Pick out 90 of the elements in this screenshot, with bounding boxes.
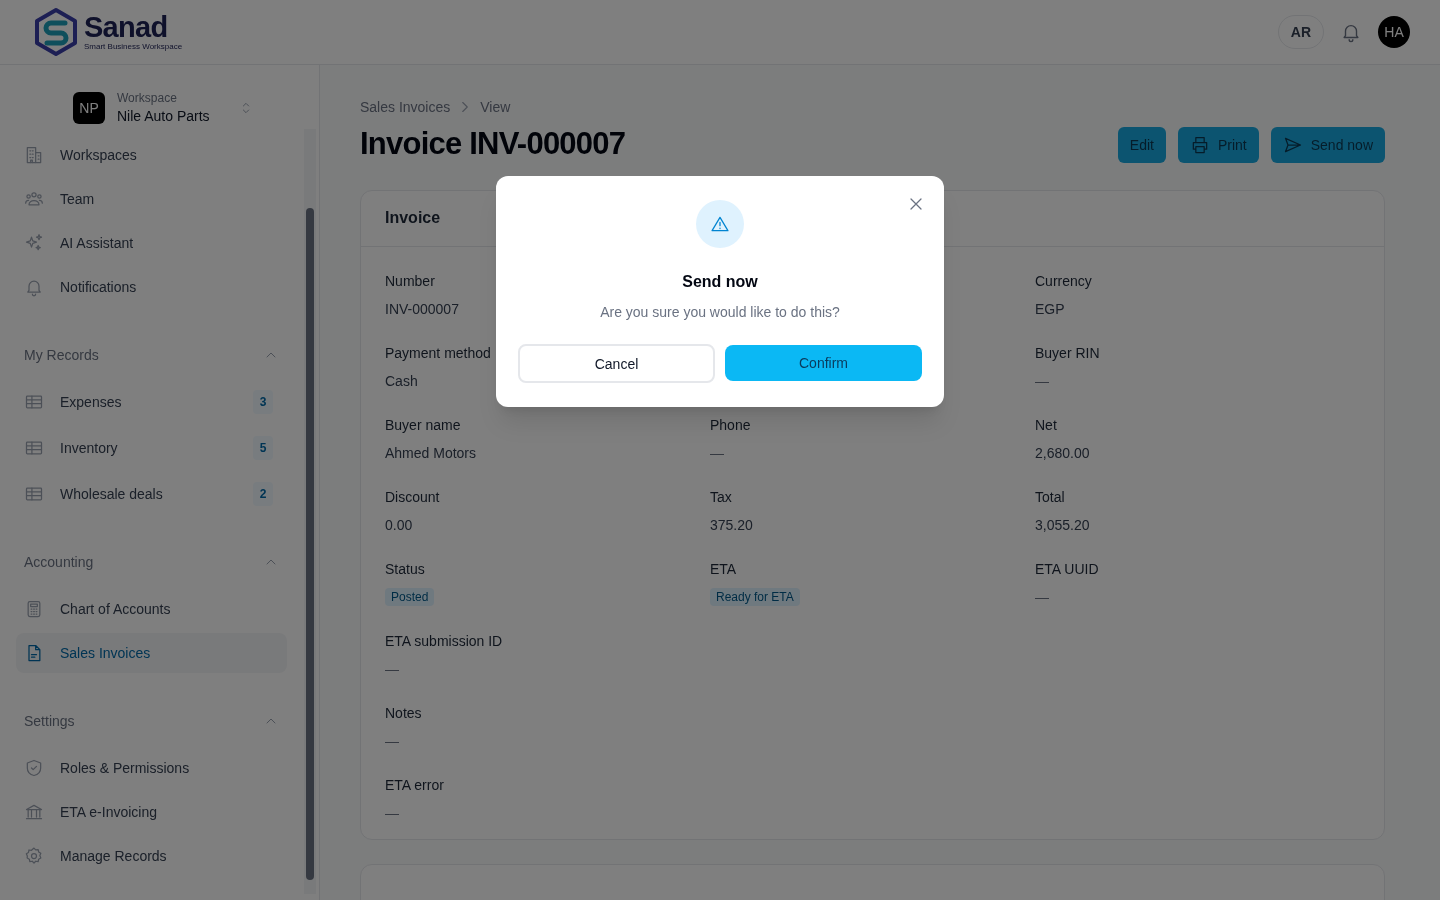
field-label: Notes [385, 703, 422, 723]
chevron-right-icon [462, 101, 469, 113]
sidebar-item[interactable]: Team [16, 179, 287, 219]
field-label: Total [1035, 487, 1065, 507]
field-value: — [710, 443, 724, 463]
scrollbar[interactable] [304, 129, 316, 894]
shield-check-icon [24, 758, 44, 778]
field-label: Payment method [385, 343, 491, 363]
sidebar-item[interactable]: Roles & Permissions [16, 748, 287, 788]
field-value: — [385, 731, 399, 751]
workspace-switcher[interactable]: NP Workspace Nile Auto Parts [0, 65, 319, 131]
scrollbar-thumb[interactable] [306, 208, 314, 880]
section-title: My Records [24, 346, 99, 365]
field-label: Buyer RIN [1035, 343, 1100, 363]
field-label: Buyer name [385, 415, 461, 435]
dialog-title: Send now [682, 272, 758, 292]
section-header[interactable]: Settings [16, 711, 287, 731]
field-value: INV-000007 [385, 299, 459, 319]
status-badge: Posted [385, 587, 435, 606]
sidebar-item[interactable]: Manage Records [16, 836, 287, 876]
sidebar-item-label: Notifications [60, 278, 138, 297]
sidebar-item[interactable]: AI Assistant [16, 223, 287, 263]
sidebar-item-label: AI Assistant [60, 234, 135, 253]
sidebar-item-label: Wholesale deals [60, 485, 164, 504]
sidebar-item[interactable]: ETA e-Invoicing [16, 792, 287, 832]
field-value: Ahmed Motors [385, 443, 477, 463]
card-title: Invoice [385, 208, 441, 228]
field-value: EGP [1035, 299, 1065, 319]
section-header[interactable]: My Records [16, 345, 287, 365]
field-value: — [1035, 587, 1049, 607]
field-label: Number [385, 271, 435, 291]
building-icon [24, 145, 44, 165]
count-badge: 3 [253, 390, 273, 414]
field-label: Status [385, 559, 425, 579]
section-title: Settings [24, 712, 75, 731]
field-value: 375.20 [710, 515, 753, 535]
field-label: ETA UUID [1035, 559, 1099, 579]
warning-icon [710, 214, 730, 234]
field-label: Currency [1035, 271, 1092, 291]
sidebar-item[interactable]: Sales Invoices [16, 633, 287, 673]
section-header[interactable]: Accounting [16, 552, 287, 572]
sidebar-item-label: Manage Records [60, 847, 168, 866]
count-badge: 2 [253, 482, 273, 506]
brand-name: Sanad [84, 13, 169, 42]
sidebar-item-label: Chart of Accounts [60, 600, 172, 619]
field-label: Net [1035, 415, 1057, 435]
breadcrumb-link[interactable]: Sales Invoices [360, 97, 451, 117]
field-label: Discount [385, 487, 440, 507]
brand-tagline: Smart Business Workspace [84, 43, 183, 51]
sidebar-item[interactable]: Wholesale deals 2 [16, 474, 287, 514]
settings-icon [24, 846, 44, 866]
breadcrumb-current: View [480, 98, 511, 117]
confirm-button[interactable]: Confirm [725, 345, 922, 381]
field-label: ETA [710, 559, 737, 579]
count-badge: 5 [253, 436, 273, 460]
sidebar-item-label: Sales Invoices [60, 644, 152, 663]
field-label: Tax [710, 487, 732, 507]
page-title: Invoice INV-000007 [360, 125, 626, 163]
sparkles-icon [24, 233, 44, 253]
sidebar-item-label: Inventory [60, 439, 119, 458]
section-title: Accounting [24, 553, 94, 572]
sidebar-item[interactable]: Notifications [16, 267, 287, 307]
workspace-label: Workspace [117, 90, 178, 106]
sidebar-item-label: Team [60, 190, 96, 209]
user-avatar[interactable]: HA [1378, 16, 1410, 48]
logo-icon [32, 6, 80, 58]
workspace-avatar: NP [73, 92, 105, 124]
sidebar-item[interactable]: Workspaces [16, 135, 287, 175]
cancel-button[interactable]: Cancel [518, 344, 715, 383]
sidebar-item-label: Roles & Permissions [60, 759, 191, 778]
field-label: Phone [710, 415, 751, 435]
field-label: ETA submission ID [385, 631, 503, 651]
sidebar-item-label: Expenses [60, 393, 123, 412]
sidebar-item[interactable]: Chart of Accounts [16, 589, 287, 629]
field-value: — [385, 803, 399, 823]
field-label: ETA error [385, 775, 444, 795]
field-value: 2,680.00 [1035, 443, 1090, 463]
dialog-message: Are you sure you would like to do this? [600, 303, 840, 322]
sidebar-item-label: Workspaces [60, 146, 138, 165]
status-badge: Ready for ETA [710, 587, 800, 606]
bank-icon [24, 802, 44, 822]
workspace-name: Nile Auto Parts [117, 107, 210, 126]
field-value: — [1035, 371, 1049, 391]
field-value: Cash [385, 371, 418, 391]
sidebar-item[interactable]: Expenses 3 [16, 382, 287, 422]
field-value: 3,055.20 [1035, 515, 1090, 535]
sidebar-item-label: ETA e-Invoicing [60, 803, 158, 822]
field-value: 0.00 [385, 515, 413, 535]
field-value: — [385, 659, 399, 679]
sidebar-item[interactable]: Inventory 5 [16, 428, 287, 468]
